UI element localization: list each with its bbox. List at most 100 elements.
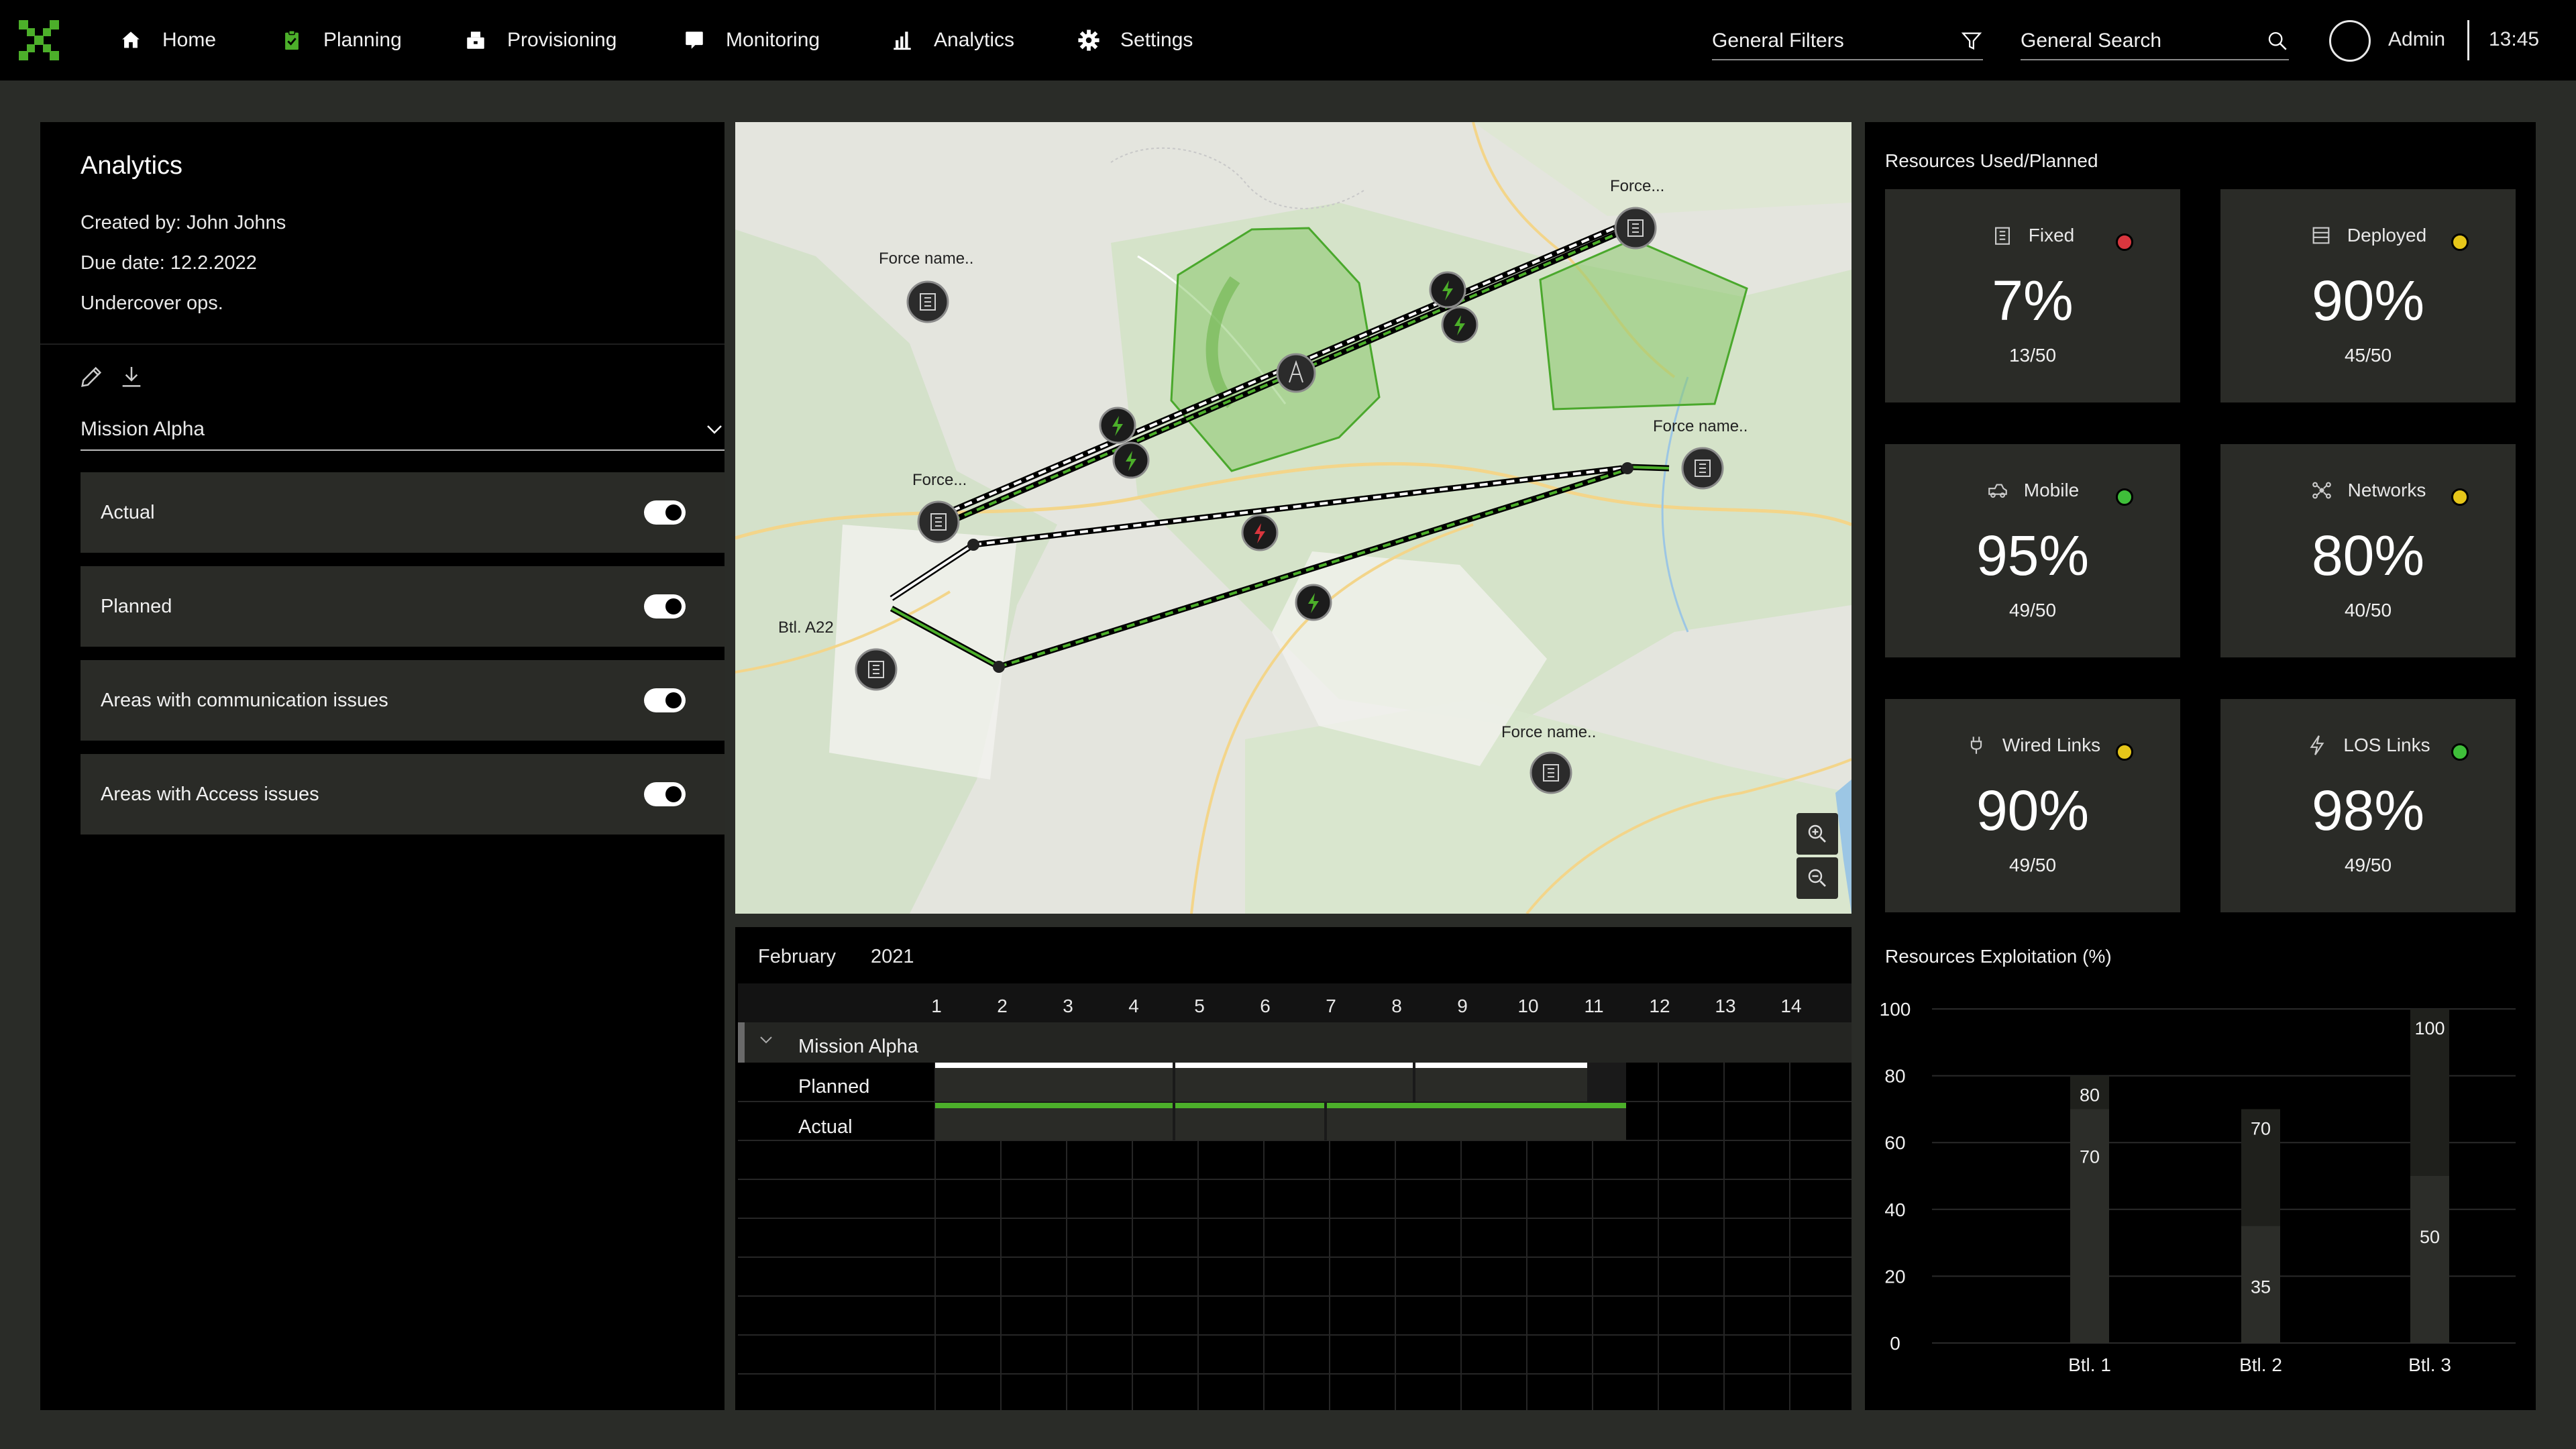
actual-bar[interactable] <box>935 1103 1173 1140</box>
card-label: LOS Links <box>2343 735 2430 755</box>
user-name[interactable]: Admin <box>2388 28 2445 51</box>
map-canvas[interactable] <box>735 122 1851 914</box>
map-label-force: Force name.. <box>1653 417 1748 435</box>
x-tick-label: Btl. 1 <box>2068 1354 2111 1375</box>
toggle-switch-communication-issues[interactable] <box>644 688 686 712</box>
bar-value-label: 50 <box>2420 1227 2440 1247</box>
toggle-label: Actual <box>101 501 155 523</box>
divider <box>2467 20 2469 60</box>
nav-provisioning[interactable]: Provisioning <box>464 0 616 80</box>
nav-planning[interactable]: Planning <box>280 0 402 80</box>
card-percentage: 80% <box>2311 524 2425 587</box>
nav-monitoring-label: Monitoring <box>726 29 820 51</box>
general-filters-field[interactable]: General Filters <box>1712 23 1983 60</box>
clipboard-icon <box>285 30 299 50</box>
toggle-switch-planned[interactable] <box>644 594 686 619</box>
bar-planned <box>2070 1075 2109 1343</box>
timeline-day-label: 4 <box>1128 996 1139 1016</box>
chart-title: Resources Exploitation (%) <box>1885 946 2112 967</box>
plug-icon <box>1970 737 1982 754</box>
map-label-battalion: Btl. A22 <box>778 619 834 637</box>
zoom-out-button[interactable] <box>1796 857 1838 899</box>
timeline-group-label[interactable]: Mission Alpha <box>798 1036 918 1058</box>
planned-bar[interactable] <box>1175 1063 1413 1102</box>
timeline-panel: February 2021 1 2 3 4 5 6 7 8 9 10 11 12… <box>735 927 1851 1410</box>
timeline-day-label: 1 <box>931 996 942 1016</box>
building-icon <box>1994 227 2010 245</box>
planned-bar[interactable] <box>1415 1063 1587 1102</box>
bar-actual <box>2241 1226 2280 1343</box>
y-tick-label: 100 <box>1880 999 1911 1020</box>
toggle-row-communication-issues: Areas with communication issues <box>80 660 724 741</box>
actual-bar-indicator <box>935 1103 1173 1108</box>
lightning-icon <box>2310 735 2324 755</box>
nav-monitoring[interactable]: Monitoring <box>683 0 820 80</box>
mission-select-value: Mission Alpha <box>80 418 205 440</box>
timeline-day-label: 13 <box>1715 996 1736 1016</box>
y-tick-label: 60 <box>1884 1132 1905 1153</box>
actual-bar[interactable] <box>1175 1103 1324 1140</box>
description: Undercover ops. <box>80 292 223 314</box>
antenna-node-marker[interactable] <box>1276 353 1316 393</box>
resource-card-wired-links[interactable]: Wired Links 90% 49/50 <box>1885 699 2180 912</box>
status-dot <box>2116 488 2133 506</box>
resource-card-fixed[interactable]: Fixed 7% 13/50 <box>1885 189 2180 402</box>
resources-title: Resources Used/Planned <box>1885 150 2098 171</box>
map-label-force: Force name.. <box>879 250 974 268</box>
timeline-day-label: 9 <box>1457 996 1468 1016</box>
divider <box>40 343 724 345</box>
general-search-input[interactable]: General Search <box>2021 23 2289 60</box>
toggle-label: Areas with Access issues <box>101 783 319 805</box>
card-ratio: 13/50 <box>2008 345 2057 366</box>
zoom-in-button[interactable] <box>1796 813 1838 855</box>
edit-icon[interactable] <box>78 364 105 390</box>
actual-bar-indicator <box>1327 1103 1626 1108</box>
search-icon[interactable] <box>2266 30 2289 52</box>
y-tick-label: 20 <box>1884 1266 1905 1287</box>
map-view[interactable]: Force name.. Force... Force... Force nam… <box>735 122 1851 914</box>
card-label: Deployed <box>2347 225 2427 246</box>
planned-bar-indicator <box>935 1063 1173 1068</box>
bar-value-label: 35 <box>2251 1277 2271 1297</box>
resource-card-mobile[interactable]: Mobile 95% 49/50 <box>1885 444 2180 657</box>
map-label-force: Force name.. <box>1501 723 1597 741</box>
panel-title: Analytics <box>80 152 183 180</box>
nav-planning-label: Planning <box>323 29 402 51</box>
card-label: Wired Links <box>2002 735 2101 755</box>
provisioning-icon <box>467 32 484 49</box>
toggle-row-planned: Planned <box>80 566 724 647</box>
nav-provisioning-label: Provisioning <box>507 29 617 51</box>
app-logo[interactable] <box>19 20 59 60</box>
x-tick-label: Btl. 3 <box>2408 1354 2451 1375</box>
map-label-force: Force... <box>1610 177 1665 195</box>
nav-home[interactable]: Home <box>119 0 216 80</box>
card-ratio: 45/50 <box>2344 345 2392 366</box>
bar-chart-icon <box>894 32 911 50</box>
filter-icon[interactable] <box>1960 30 1983 52</box>
actual-bar[interactable] <box>1327 1103 1626 1140</box>
resource-card-deployed[interactable]: Deployed 90% 45/50 <box>2220 189 2516 402</box>
map-label-force: Force... <box>912 471 967 489</box>
nav-analytics[interactable]: Analytics <box>891 0 1014 80</box>
network-icon <box>2312 482 2331 499</box>
toggle-switch-actual[interactable] <box>644 500 686 525</box>
planned-bar[interactable] <box>935 1063 1173 1102</box>
general-filters-label: General Filters <box>1712 30 1844 52</box>
card-ratio: 49/50 <box>2344 855 2392 875</box>
nav-analytics-label: Analytics <box>934 29 1015 51</box>
nav-settings[interactable]: Settings <box>1077 0 1193 80</box>
card-ratio: 40/50 <box>2344 600 2392 621</box>
resource-card-networks[interactable]: Networks 80% 40/50 <box>2220 444 2516 657</box>
server-icon <box>2312 227 2330 244</box>
due-date: Due date: 12.2.2022 <box>80 252 257 274</box>
card-percentage: 98% <box>2311 779 2425 842</box>
card-label: Fixed <box>2028 225 2075 246</box>
avatar[interactable] <box>2329 20 2371 62</box>
bar-value-label: 80 <box>2080 1085 2100 1106</box>
download-icon[interactable] <box>118 364 145 390</box>
toggle-switch-access-issues[interactable] <box>644 782 686 806</box>
chevron-down-icon <box>707 425 722 434</box>
mission-select[interactable]: Mission Alpha <box>80 409 724 451</box>
resource-card-los-links[interactable]: LOS Links 98% 49/50 <box>2220 699 2516 912</box>
bar-value-label: 100 <box>2414 1018 2445 1038</box>
